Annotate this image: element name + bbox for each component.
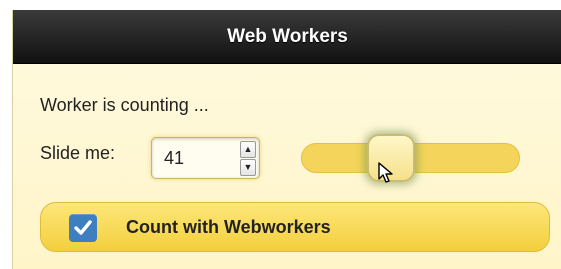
webworkers-checkbox[interactable]	[69, 214, 97, 242]
number-stepper[interactable]: 41 ▲ ▼	[151, 137, 260, 179]
mouse-pointer-icon	[378, 162, 393, 183]
status-text: Worker is counting ...	[40, 95, 209, 115]
web-workers-app: Web Workers Worker is counting ... Slide…	[12, 10, 561, 269]
content-panel: Worker is counting ... Slide me: 41 ▲ ▼ …	[13, 64, 561, 269]
triangle-down-icon: ▼	[243, 162, 253, 172]
spin-down-button[interactable]: ▼	[240, 159, 256, 176]
checkbox-label: Count with Webworkers	[126, 217, 331, 237]
header-bar: Web Workers	[13, 10, 561, 64]
checkmark-icon	[74, 220, 92, 235]
triangle-up-icon: ▲	[243, 144, 253, 154]
slider-label: Slide me:	[40, 143, 116, 163]
page-title: Web Workers	[227, 25, 348, 47]
stepper-value[interactable]: 41	[164, 148, 184, 169]
spin-up-button[interactable]: ▲	[240, 141, 256, 158]
count-with-webworkers-toggle[interactable]: Count with Webworkers	[40, 202, 550, 252]
